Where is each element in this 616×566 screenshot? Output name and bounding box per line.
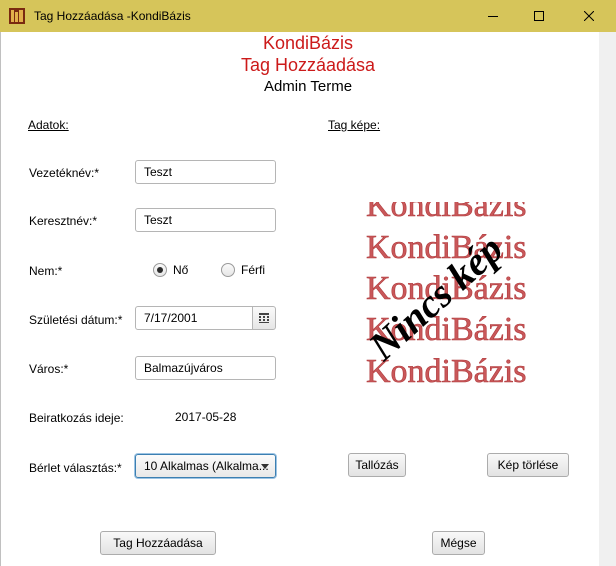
admin-subtitle: Admin Terme bbox=[263, 78, 353, 95]
pass-label: Bérlet választás:* bbox=[29, 461, 122, 475]
add-member-button[interactable]: Tag Hozzáadása bbox=[100, 531, 216, 555]
brand-title: KondiBázis bbox=[262, 33, 354, 53]
background-window-strip bbox=[598, 32, 616, 566]
image-section-label: Tag képe: bbox=[328, 118, 381, 132]
radio-selected-dot bbox=[157, 267, 163, 273]
member-image-placeholder: KondiBázis KondiBázis KondiBázis KondiBá… bbox=[366, 202, 548, 388]
minimize-button[interactable] bbox=[470, 0, 516, 32]
minimize-icon bbox=[488, 16, 498, 17]
city-field[interactable] bbox=[135, 356, 276, 380]
gender-label: Nem:* bbox=[29, 264, 63, 278]
cancel-button[interactable]: Mégse bbox=[432, 531, 485, 555]
page-title: Tag Hozzáadása bbox=[240, 55, 376, 75]
pass-select[interactable]: 10 Alkalmas (Alkalma... bbox=[135, 454, 276, 478]
maximize-icon bbox=[534, 11, 544, 21]
close-icon bbox=[584, 11, 594, 21]
first-name-field[interactable] bbox=[135, 208, 276, 232]
calendar-icon bbox=[259, 313, 269, 323]
placeholder-text-1: KondiBázis bbox=[366, 202, 527, 224]
window-titlebar[interactable]: Tag Hozzáadása -KondiBázis bbox=[0, 0, 616, 32]
app-icon bbox=[9, 8, 25, 24]
window-title: Tag Hozzáadása -KondiBázis bbox=[34, 9, 191, 23]
city-label: Város:* bbox=[29, 362, 69, 376]
pass-selected-value: 10 Alkalmas (Alkalma... bbox=[144, 459, 269, 473]
maximize-button[interactable] bbox=[516, 0, 562, 32]
enrollment-label: Beiratkozás ideje: bbox=[29, 411, 124, 425]
browse-button[interactable]: Tallózás bbox=[348, 453, 406, 477]
radio-female-circle[interactable] bbox=[153, 263, 167, 277]
dropdown-arrow-icon bbox=[261, 464, 269, 469]
no-image-graphic: KondiBázis KondiBázis KondiBázis KondiBá… bbox=[366, 202, 527, 388]
radio-male-label[interactable]: Férfi bbox=[241, 263, 265, 277]
delete-image-button[interactable]: Kép törlése bbox=[487, 453, 569, 477]
radio-female-label[interactable]: Nő bbox=[173, 263, 188, 277]
enrollment-date: 2017-05-28 bbox=[175, 410, 237, 424]
last-name-label: Vezetéknév:* bbox=[29, 166, 100, 180]
date-picker-button[interactable] bbox=[252, 306, 276, 330]
close-button[interactable] bbox=[562, 0, 616, 32]
radio-male-circle[interactable] bbox=[221, 263, 235, 277]
birth-date-field[interactable] bbox=[135, 306, 253, 330]
birth-date-label: Születési dátum:* bbox=[29, 313, 123, 327]
first-name-label: Keresztnév:* bbox=[29, 214, 98, 228]
last-name-field[interactable] bbox=[135, 160, 276, 184]
data-section-label: Adatok: bbox=[28, 118, 69, 132]
